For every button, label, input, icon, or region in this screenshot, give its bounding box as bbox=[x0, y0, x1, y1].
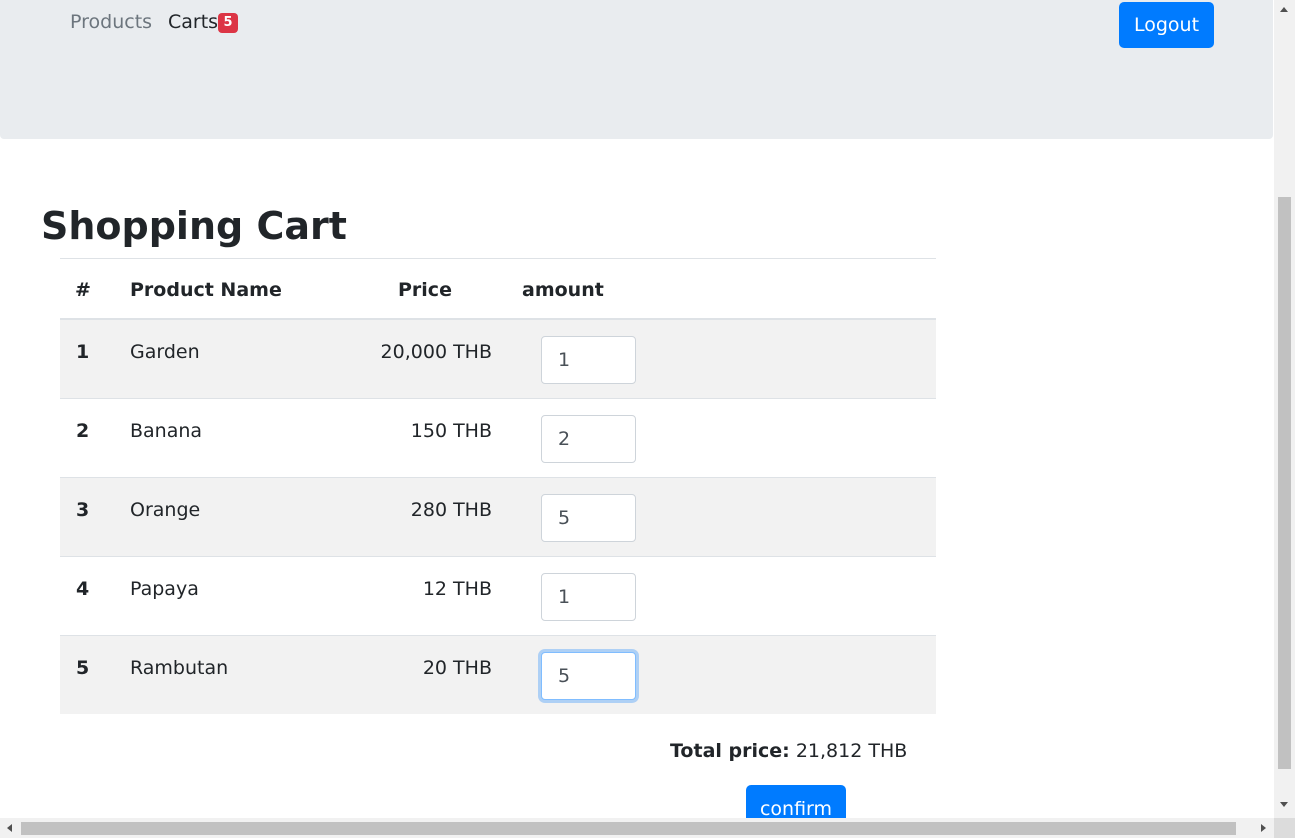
horizontal-scrollbar[interactable] bbox=[0, 818, 1274, 838]
header-product-name: Product Name bbox=[130, 279, 282, 301]
header-amount: amount bbox=[522, 279, 604, 301]
table-row: 4 Papaya 12 THB bbox=[60, 556, 936, 635]
row-number: 1 bbox=[76, 341, 90, 363]
product-name: Orange bbox=[130, 499, 201, 521]
scroll-right-arrow-icon[interactable] bbox=[1261, 824, 1266, 832]
table-row: 1 Garden 20,000 THB bbox=[60, 319, 936, 398]
scroll-up-arrow-icon[interactable] bbox=[1280, 7, 1288, 12]
total-price: Total price: 21,812 THB bbox=[670, 739, 907, 763]
table-row: 3 Orange 280 THB bbox=[60, 477, 936, 556]
product-price: 280 THB bbox=[410, 499, 492, 521]
confirm-button[interactable]: confirm bbox=[746, 785, 846, 818]
row-number: 4 bbox=[76, 578, 90, 600]
product-price: 20 THB bbox=[422, 657, 492, 679]
page-title: Shopping Cart bbox=[41, 204, 347, 248]
product-name: Garden bbox=[130, 341, 200, 363]
product-name: Banana bbox=[130, 420, 203, 442]
amount-input[interactable] bbox=[541, 336, 636, 384]
nav-carts-label: Carts bbox=[168, 11, 219, 33]
scroll-down-arrow-icon[interactable] bbox=[1280, 802, 1288, 807]
table-row: 5 Rambutan 20 THB bbox=[60, 635, 936, 714]
vertical-scroll-thumb[interactable] bbox=[1278, 197, 1291, 769]
product-name: Papaya bbox=[130, 578, 199, 600]
nav-carts-link[interactable]: Carts 5 bbox=[168, 10, 238, 34]
scrollbar-corner bbox=[1274, 818, 1295, 838]
amount-input[interactable] bbox=[541, 415, 636, 463]
header-num: # bbox=[75, 279, 91, 301]
page-viewport: Products Carts 5 Logout Shopping Cart # … bbox=[0, 0, 1274, 818]
product-price: 20,000 THB bbox=[380, 341, 492, 363]
table-row: 2 Banana 150 THB bbox=[60, 398, 936, 477]
row-number: 3 bbox=[76, 499, 90, 521]
table-header: # Product Name Price amount bbox=[60, 259, 936, 319]
logout-button[interactable]: Logout bbox=[1119, 2, 1214, 48]
amount-input[interactable] bbox=[541, 494, 636, 542]
amount-input[interactable] bbox=[541, 573, 636, 621]
header-price: Price bbox=[398, 279, 452, 301]
product-name: Rambutan bbox=[130, 657, 229, 679]
navbar: Products Carts 5 Logout bbox=[0, 0, 1273, 139]
product-price: 12 THB bbox=[422, 578, 492, 600]
nav-products-link[interactable]: Products bbox=[70, 10, 152, 34]
row-number: 2 bbox=[76, 420, 90, 442]
product-price: 150 THB bbox=[410, 420, 492, 442]
cart-count-badge: 5 bbox=[218, 13, 238, 33]
total-price-value: 21,812 THB bbox=[795, 740, 908, 762]
amount-input[interactable] bbox=[541, 652, 636, 700]
vertical-scrollbar[interactable] bbox=[1274, 0, 1295, 818]
horizontal-scroll-thumb[interactable] bbox=[21, 822, 1236, 835]
row-number: 5 bbox=[76, 657, 90, 679]
scroll-left-arrow-icon[interactable] bbox=[7, 824, 12, 832]
total-price-label: Total price: bbox=[670, 740, 790, 762]
